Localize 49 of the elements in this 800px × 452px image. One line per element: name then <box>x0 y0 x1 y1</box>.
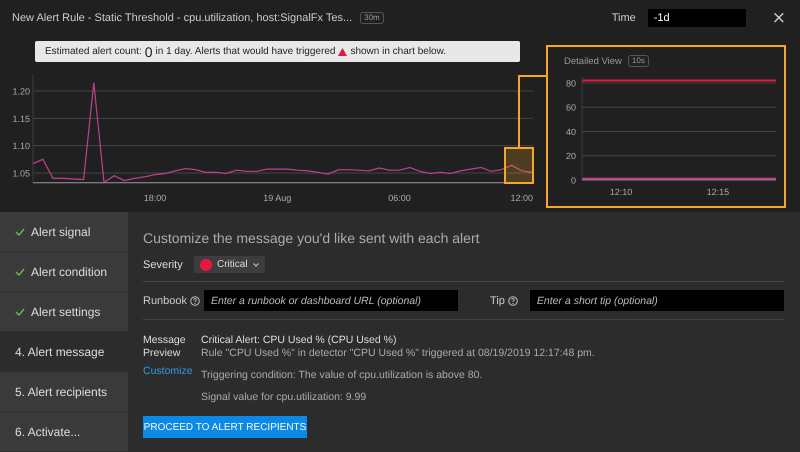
axis-label: 1.10 <box>12 141 30 152</box>
axis-label: 80 <box>566 78 576 88</box>
axis-label: 40 <box>566 126 576 137</box>
window-title: New Alert Rule - Static Threshold - cpu.utilization, host:SignalFx Tes... <box>12 12 352 24</box>
message-line: Signal value for cpu.utilization: 9.99 <box>201 391 368 404</box>
alert-count: 0 <box>144 44 153 58</box>
axis-label: 18:00 <box>144 193 166 203</box>
resolution-badge: 10s <box>628 55 649 67</box>
axis-label: 0 <box>570 176 576 186</box>
axis-label: 20 <box>566 151 576 162</box>
severity-dropdown[interactable]: Critical <box>194 256 265 273</box>
check-icon <box>15 268 25 276</box>
banner-text: shown in chart below. <box>350 46 446 57</box>
banner-text: in 1 day. Alerts that would have triggered <box>156 46 336 57</box>
axis-label: 1.05 <box>12 168 30 178</box>
field-label: Runbook <box>143 294 188 306</box>
time-label: Time <box>612 12 636 24</box>
step-item[interactable]: 4. Alert message <box>0 332 128 372</box>
axis-label: 60 <box>566 102 576 113</box>
check-icon <box>15 228 25 236</box>
banner-text: Estimated alert count: <box>45 46 142 57</box>
axis-label: 19 Aug <box>263 193 292 203</box>
customize-link[interactable]: Customize <box>143 364 193 378</box>
axis-label: 1.20 <box>12 86 30 96</box>
resolution-badge: 30m <box>360 12 384 24</box>
caret-icon <box>252 262 259 266</box>
alert-triangle-icon <box>338 48 348 56</box>
axis-label: 12:15 <box>706 187 730 197</box>
message-subject: Critical Alert: CPU Used % (CPU Used %) <box>201 334 398 347</box>
field-label: Message Preview <box>143 334 187 360</box>
panel-title: Detailed View <box>564 56 622 66</box>
axis-label: 12:10 <box>610 187 632 197</box>
message-line: Triggering condition: The value of cpu.utilization is above 80. <box>201 369 484 382</box>
time-field[interactable]: -1d <box>648 9 746 27</box>
close-button[interactable]: × <box>772 10 786 26</box>
runbook-field[interactable]: Enter a runbook or dashboard URL (optional) <box>204 290 458 311</box>
field-label: Tip <box>490 294 505 306</box>
help-icon[interactable] <box>190 296 200 306</box>
axis-label: 1.15 <box>12 114 30 124</box>
proceed-button[interactable]: PROCEED TO ALERT RECIPIENTS <box>143 416 307 438</box>
help-icon[interactable] <box>508 296 518 306</box>
tip-field[interactable]: Enter a short tip (optional) <box>530 290 784 311</box>
message-line: Rule "CPU Used %" in detector "CPU Used %" triggered at 08/19/2019 12:17:48 pm. <box>201 347 595 360</box>
axis-label: 06:00 <box>388 193 411 203</box>
check-icon <box>15 308 25 316</box>
highlight-box <box>504 147 534 184</box>
section-heading: Customize the message you'd like sent with each alert <box>143 230 481 246</box>
axis-label: 12:00 <box>510 193 534 203</box>
field-label: Severity <box>143 258 184 270</box>
